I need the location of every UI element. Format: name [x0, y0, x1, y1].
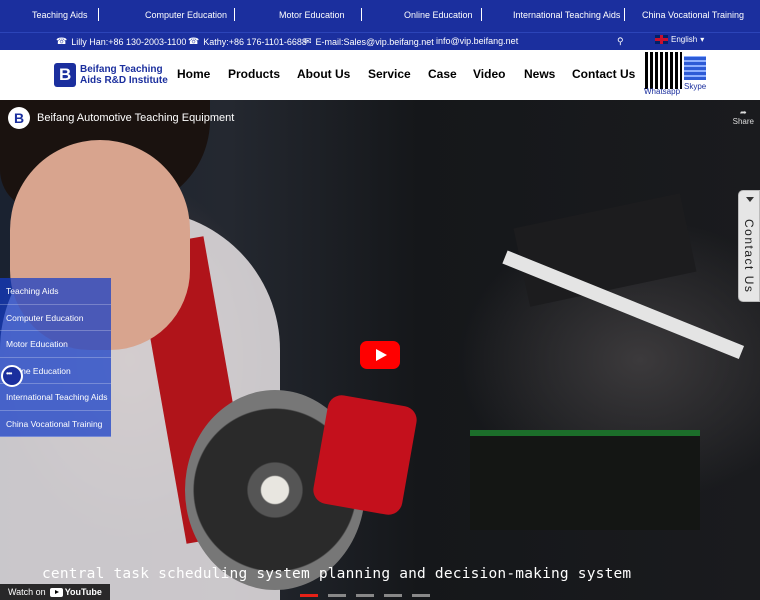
- search-icon[interactable]: ⚲: [617, 36, 624, 47]
- email-contact-2[interactable]: info@vip.beifang.net: [436, 36, 518, 46]
- top-category-international-teaching-aids[interactable]: International Teaching Aids: [513, 10, 620, 20]
- youtube-label: YouTube: [64, 587, 102, 597]
- skype-qr-code[interactable]: [684, 56, 706, 80]
- nav-contact-us[interactable]: Contact Us: [572, 67, 635, 81]
- share-icon: ➦: [739, 108, 747, 117]
- side-item-china-vocational-training[interactable]: China Vocational Training: [0, 410, 111, 437]
- video-progress-dots: [300, 594, 430, 597]
- progress-dot[interactable]: [384, 594, 402, 597]
- divider: [361, 8, 362, 21]
- phone-text-2: Kathy:+86 176-1101-6688: [203, 36, 307, 47]
- youtube-play-icon: [49, 587, 63, 597]
- progress-dot[interactable]: [412, 594, 430, 597]
- mail-icon: ✉: [304, 36, 312, 46]
- site-logo[interactable]: Beifang Teaching Aids R&D Institute: [54, 63, 172, 87]
- phone-text-1: Lilly Han:+86 130-2003-1100: [71, 36, 187, 47]
- channel-avatar[interactable]: [8, 107, 30, 129]
- nav-news[interactable]: News: [524, 67, 555, 81]
- top-category-teaching-aids[interactable]: Teaching Aids: [32, 10, 88, 20]
- language-label: English: [671, 35, 698, 44]
- divider: [481, 8, 482, 21]
- logo-mark-icon: [54, 63, 76, 87]
- email-contact[interactable]: ✉ E-mail:Sales@vip.beifang.net: [304, 36, 434, 47]
- main-header: Beifang Teaching Aids R&D Institute Home…: [0, 50, 760, 100]
- phone-contact-2[interactable]: ☎ Kathy:+86 176-1101-6688: [188, 36, 307, 47]
- nav-service[interactable]: Service: [368, 67, 411, 81]
- chat-bubble-icon[interactable]: [1, 365, 23, 387]
- whatsapp-label: Whatsapp: [644, 87, 681, 96]
- top-category-motor-education[interactable]: Motor Education: [279, 10, 345, 20]
- caret-down-icon: ▾: [700, 35, 705, 44]
- progress-dot[interactable]: [356, 594, 374, 597]
- top-category-online-education[interactable]: Online Education: [404, 10, 473, 20]
- watch-on-youtube-button[interactable]: Watch on YouTube: [0, 584, 110, 600]
- whatsapp-qr-code[interactable]: [645, 52, 682, 89]
- youtube-logo: YouTube: [49, 587, 102, 597]
- top-category-computer-education[interactable]: Computer Education: [145, 10, 227, 20]
- contact-bar: ☎ Lilly Han:+86 130-2003-1100 ☎ Kathy:+8…: [0, 32, 760, 50]
- phone-contact-1[interactable]: ☎ Lilly Han:+86 130-2003-1100: [56, 36, 186, 47]
- video-subtitle: central task scheduling system planning …: [42, 566, 632, 582]
- nav-products[interactable]: Products: [228, 67, 280, 81]
- battery-image: [470, 430, 700, 530]
- uk-flag-icon: [655, 35, 668, 44]
- nav-about-us[interactable]: About Us: [297, 67, 350, 81]
- divider: [624, 8, 625, 21]
- divider: [234, 8, 235, 21]
- skype-label: Skype: [684, 82, 707, 91]
- side-category-menu: Teaching Aids Computer Education Motor E…: [0, 278, 111, 437]
- progress-dot[interactable]: [328, 594, 346, 597]
- watch-on-label: Watch on: [8, 587, 46, 597]
- share-label: Share: [732, 117, 754, 126]
- video-channel-header[interactable]: Beifang Automotive Teaching Equipment: [8, 107, 234, 129]
- video-hero[interactable]: Beifang Automotive Teaching Equipment ➦ …: [0, 100, 760, 600]
- language-selector[interactable]: English ▾: [655, 35, 704, 44]
- logo-text: Beifang Teaching Aids R&D Institute: [80, 64, 168, 86]
- side-item-motor-education[interactable]: Motor Education: [0, 331, 111, 358]
- nav-case[interactable]: Case: [428, 67, 457, 81]
- top-category-bar: Teaching Aids Computer Education Motor E…: [0, 0, 760, 32]
- contact-tab-label: Contact Us: [742, 219, 756, 294]
- side-item-international-teaching-aids[interactable]: International Teaching Aids: [0, 384, 111, 411]
- video-title[interactable]: Beifang Automotive Teaching Equipment: [37, 112, 234, 124]
- arrow-down-icon: [746, 197, 754, 202]
- divider: [98, 8, 99, 21]
- phone-icon: ☎: [188, 36, 200, 46]
- phone-icon: ☎: [56, 36, 68, 46]
- share-button[interactable]: ➦ Share: [733, 108, 754, 126]
- contact-us-side-tab[interactable]: Contact Us: [738, 190, 760, 302]
- top-category-china-vocational-training[interactable]: China Vocational Training: [642, 10, 744, 20]
- nav-video[interactable]: Video: [473, 67, 505, 81]
- side-item-computer-education[interactable]: Computer Education: [0, 304, 111, 331]
- side-item-teaching-aids[interactable]: Teaching Aids: [0, 278, 111, 305]
- progress-dot[interactable]: [300, 594, 318, 597]
- nav-home[interactable]: Home: [177, 67, 210, 81]
- email-text: E-mail:Sales@vip.beifang.net: [315, 36, 434, 47]
- brake-caliper-image: [311, 393, 419, 517]
- play-button[interactable]: [360, 341, 400, 369]
